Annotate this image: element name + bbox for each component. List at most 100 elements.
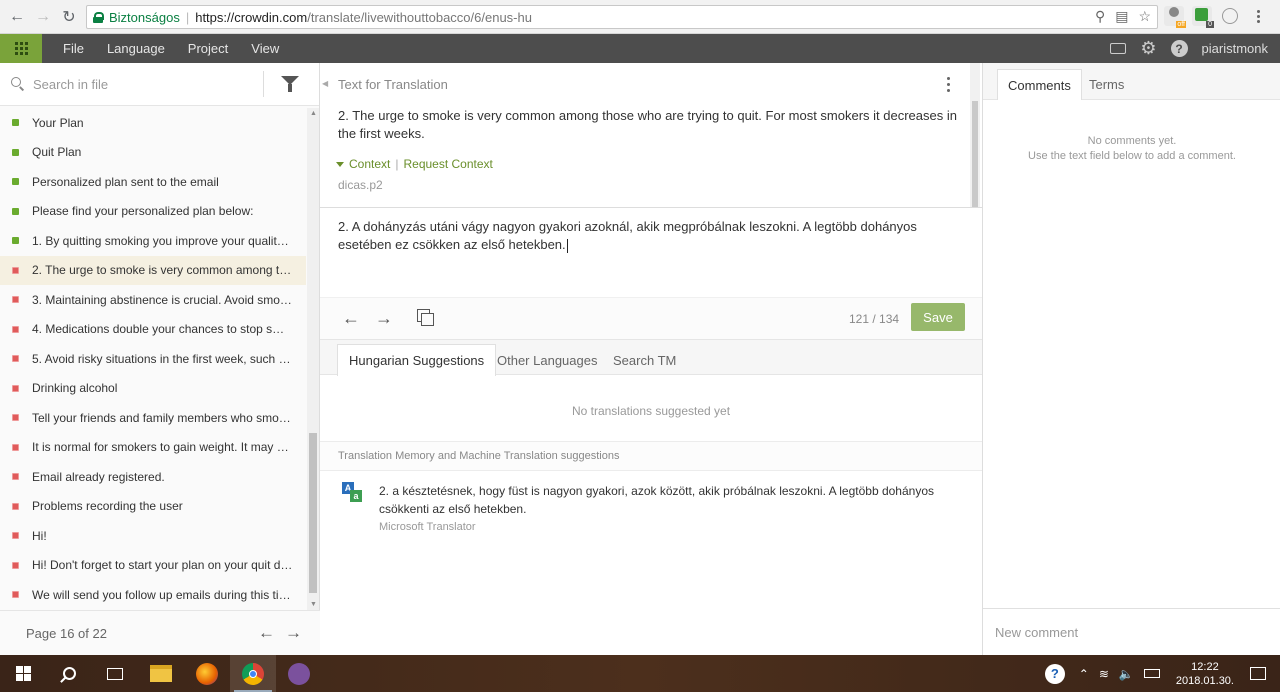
chrome-icon[interactable] (230, 655, 276, 692)
string-row[interactable]: 3. Maintaining abstinence is crucial. Av… (0, 285, 306, 315)
source-header: Text for Translation (338, 77, 448, 92)
back-icon[interactable]: ← (4, 4, 30, 30)
untranslated-status-icon (12, 414, 19, 422)
string-row[interactable]: Quit Plan (0, 138, 306, 168)
scroll-up-icon[interactable]: ▲ (310, 110, 317, 117)
context-link[interactable]: Context (349, 157, 390, 171)
tab-hungarian-suggestions[interactable]: Hungarian Suggestions (337, 344, 497, 376)
viber-icon[interactable] (276, 655, 322, 692)
string-text: Problems recording the user (32, 499, 183, 514)
task-view-icon[interactable] (92, 655, 138, 692)
string-row[interactable]: Hi! Don't forget to start your plan on y… (0, 551, 306, 581)
scrollbar-thumb[interactable] (309, 433, 317, 593)
tab-search-tm[interactable]: Search TM (602, 344, 687, 376)
string-row[interactable]: Personalized plan sent to the email (0, 167, 306, 197)
forward-icon[interactable]: → (30, 4, 56, 30)
menu-language[interactable]: Language (107, 41, 165, 56)
search-input[interactable] (33, 76, 263, 92)
string-row[interactable]: 2. The urge to smoke is very common amon… (0, 255, 306, 285)
extension-count-badge: 0 (1206, 21, 1214, 28)
tab-comments[interactable]: Comments (997, 69, 1082, 100)
chrome-menu-icon[interactable] (1248, 6, 1268, 26)
untranslated-status-icon (12, 502, 19, 510)
translated-status-icon (12, 237, 19, 245)
string-row[interactable]: Tell your friends and family members who… (0, 403, 306, 433)
address-bar[interactable]: Biztonságos | https://crowdin.com/transl… (86, 5, 1158, 29)
wordpress-icon[interactable] (1220, 6, 1240, 26)
firefox-icon[interactable] (184, 655, 230, 692)
lock-icon (93, 11, 104, 23)
apps-grid-icon[interactable] (0, 34, 42, 63)
string-row[interactable]: 1. By quitting smoking you improve your … (0, 226, 306, 256)
reload-icon[interactable]: ↻ (56, 4, 82, 30)
untranslated-status-icon (12, 355, 19, 363)
save-button[interactable]: Save (911, 303, 965, 331)
scroll-down-icon[interactable]: ▼ (310, 601, 317, 608)
comment-box (983, 608, 1280, 655)
translate-icon[interactable]: ▤ (1115, 8, 1128, 25)
string-text: Email already registered. (32, 469, 165, 484)
tab-terms[interactable]: Terms (1079, 69, 1134, 100)
filter-icon[interactable] (281, 76, 299, 92)
battery-icon[interactable] (1143, 669, 1160, 678)
file-explorer-icon[interactable] (138, 655, 184, 692)
windows-start-icon[interactable] (0, 655, 46, 692)
string-row[interactable]: Please find your personalized plan below… (0, 197, 306, 227)
keyboard-icon[interactable] (1110, 43, 1127, 54)
zoom-icon[interactable]: ⚲ (1095, 8, 1105, 25)
system-tray: ? ⌃ ≋ 🔈 12:22 2018.01.30. (1044, 655, 1280, 692)
menu-file[interactable]: File (63, 41, 84, 56)
string-row[interactable]: Drinking alcohol (0, 374, 306, 404)
previous-string-icon[interactable]: ← (342, 308, 360, 329)
volume-icon[interactable]: 🔈 (1119, 667, 1134, 681)
taskbar-search-icon[interactable] (46, 655, 92, 692)
editor-panel: ◀ ▶ Text for Translation 2. The urge to … (320, 63, 982, 655)
string-row[interactable]: Hi! (0, 521, 306, 551)
string-key: dicas.p2 (338, 178, 383, 192)
help-tray-icon[interactable]: ? (1044, 663, 1065, 684)
new-comment-input[interactable] (995, 625, 1265, 640)
translation-textarea[interactable]: 2. A dohányzás utáni vágy nagyon gyakori… (338, 218, 968, 254)
clock[interactable]: 12:22 2018.01.30. (1176, 660, 1234, 688)
divider (320, 207, 982, 208)
string-row[interactable]: We will send you follow up emails during… (0, 580, 306, 608)
string-text: Your Plan (32, 115, 84, 130)
menu-view[interactable]: View (251, 41, 279, 56)
filter-divider (263, 71, 264, 97)
wifi-icon[interactable]: ≋ (1099, 667, 1109, 681)
chevron-up-icon[interactable]: ⌃ (1079, 667, 1089, 681)
context-separator: | (395, 157, 399, 171)
translated-status-icon (12, 178, 19, 186)
menu-project[interactable]: Project (188, 41, 228, 56)
bookmark-star-icon[interactable]: ☆ (1138, 8, 1151, 25)
more-options-icon[interactable] (947, 77, 950, 92)
collapse-left-icon[interactable]: ◀ (322, 79, 328, 88)
string-row[interactable]: 4. Medications double your chances to st… (0, 315, 306, 345)
translated-status-icon (12, 119, 19, 127)
request-context-link[interactable]: Request Context (403, 157, 492, 171)
next-string-icon[interactable]: → (375, 308, 393, 329)
username[interactable]: piaristmonk (1202, 41, 1268, 56)
browser-toolbar: ← → ↻ Biztonságos | https://crowdin.com /… (0, 0, 1280, 34)
next-page-icon[interactable]: → (285, 623, 302, 643)
string-row[interactable]: It is normal for smokers to gain weight.… (0, 433, 306, 463)
url-path: /translate/livewithouttobacco/6/enus-hu (307, 9, 532, 25)
string-row[interactable]: Your Plan (0, 108, 306, 138)
copy-source-icon[interactable] (417, 309, 434, 326)
mt-source: Microsoft Translator (379, 521, 476, 533)
help-icon[interactable]: ? (1170, 40, 1188, 57)
gear-icon[interactable]: ⚙ (1140, 38, 1156, 59)
string-row[interactable]: 5. Avoid risky situations in the first w… (0, 344, 306, 374)
string-list-scrollbar[interactable]: ▲ ▼ (307, 108, 319, 610)
prev-page-icon[interactable]: ← (258, 623, 275, 643)
source-scrollbar[interactable] (970, 63, 980, 208)
string-row[interactable]: Problems recording the user (0, 492, 306, 522)
string-row[interactable]: Email already registered. (0, 462, 306, 492)
extension-icon[interactable]: off (1164, 6, 1186, 28)
secure-label: Biztonságos (109, 9, 180, 25)
caret-down-icon (336, 161, 344, 167)
extension-icon[interactable]: 0 (1192, 6, 1214, 28)
mt-suggestion[interactable]: 2. a késztetésnek, hogy füst is nagyon g… (379, 482, 959, 518)
notification-icon[interactable] (1250, 667, 1266, 680)
tab-other-languages[interactable]: Other Languages (486, 344, 608, 376)
